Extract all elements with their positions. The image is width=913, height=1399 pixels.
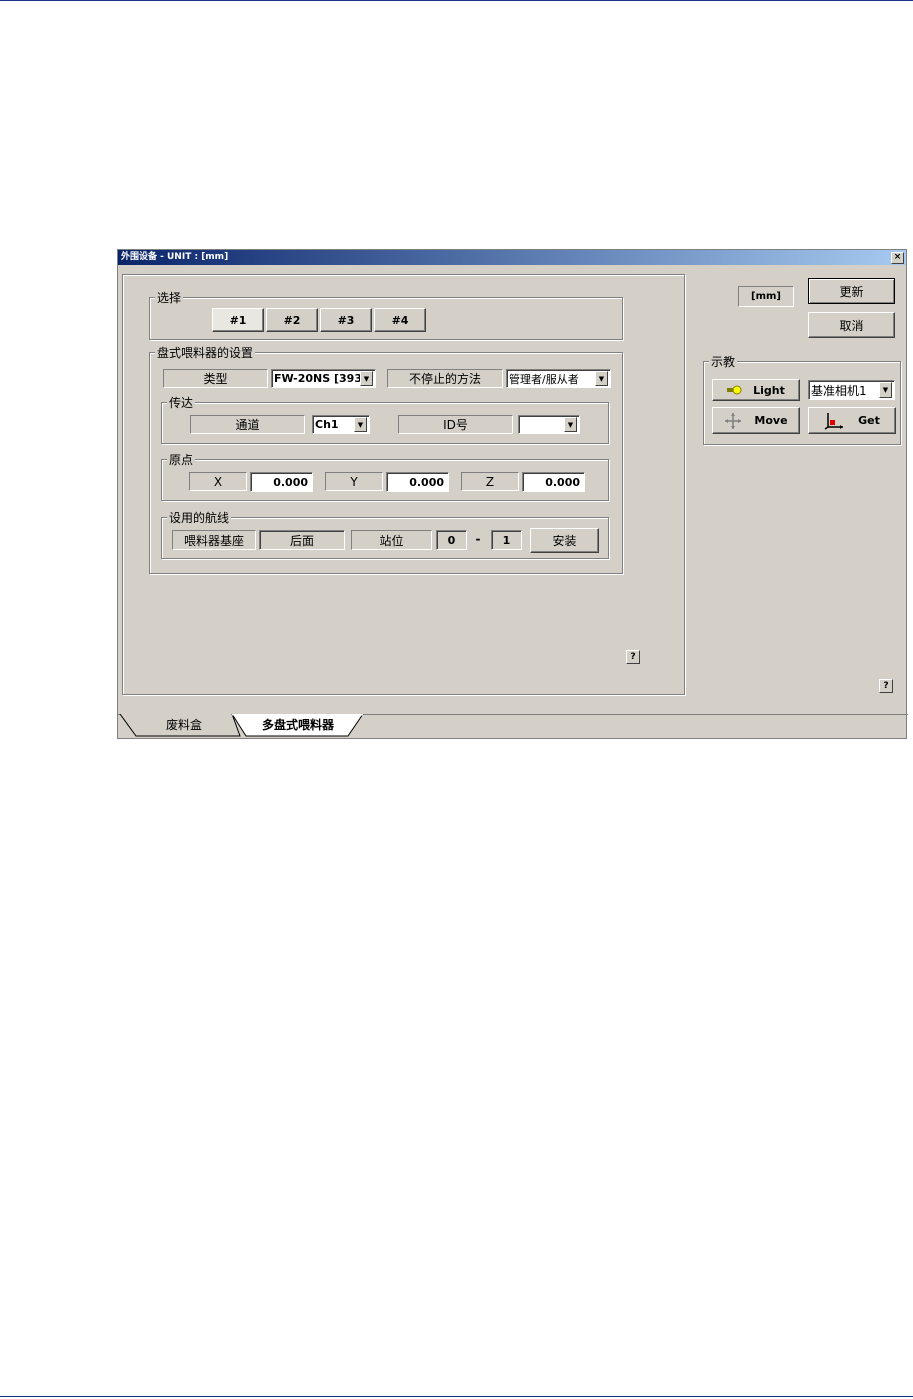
top-rule: [0, 0, 913, 1]
tray-settings-legend: 盘式喂料器的设置: [155, 344, 256, 361]
origin-z-input[interactable]: 0.000: [522, 472, 585, 492]
station-to-value: 1: [491, 530, 522, 550]
tab-multi-tray-feeder[interactable]: 多盘式喂料器: [246, 713, 350, 735]
chevron-down-icon[interactable]: ▼: [354, 417, 367, 432]
help-right-button[interactable]: ?: [879, 679, 893, 693]
update-button[interactable]: 更新: [808, 278, 895, 304]
title-bar: 外围设备 - UNIT : [mm] ×: [118, 250, 906, 265]
origin-legend: 原点: [167, 451, 196, 468]
tab-waste-box[interactable]: 废料盒: [138, 713, 230, 735]
move-cross-icon: [724, 412, 742, 430]
tab-strip: 废料盒 多盘式喂料器: [118, 713, 908, 738]
light-label: Light: [753, 383, 785, 397]
teach-legend: 示教: [709, 353, 738, 370]
select-1-button[interactable]: #1: [212, 308, 264, 332]
feeder-base-value: 后面: [259, 530, 345, 550]
chevron-down-icon[interactable]: ▼: [595, 371, 608, 386]
station-dash: -: [475, 532, 481, 546]
channel-label: 通道: [190, 415, 305, 434]
light-button[interactable]: Light: [712, 379, 800, 401]
nonstop-combo[interactable]: 管理者/服从者 ▼: [506, 369, 611, 388]
feeder-base-label: 喂料器基座: [172, 530, 256, 550]
selection-legend: 选择: [155, 289, 184, 306]
origin-y-label: Y: [325, 472, 383, 491]
chevron-down-icon[interactable]: ▼: [564, 417, 577, 432]
window-title: 外围设备 - UNIT : [mm]: [121, 252, 229, 262]
camera-combo[interactable]: 基准相机1 ▼: [808, 380, 895, 400]
type-combo[interactable]: FW-20NS [3932 ▼: [271, 369, 376, 388]
install-button[interactable]: 安装: [530, 528, 599, 553]
nonstop-value: 管理者/服从者: [509, 372, 579, 386]
origin-x-label: X: [189, 472, 247, 491]
nonstop-label: 不停止的方法: [387, 369, 503, 388]
origin-x-input[interactable]: 0.000: [250, 472, 313, 492]
channel-value: Ch1: [315, 418, 339, 431]
unit-label: [mm]: [738, 286, 794, 307]
close-button[interactable]: ×: [891, 252, 904, 264]
id-combo[interactable]: ▼: [518, 415, 580, 434]
camera-value: 基准相机1: [811, 383, 867, 398]
transfer-legend: 传达: [167, 394, 196, 411]
chevron-down-icon[interactable]: ▼: [360, 371, 373, 386]
help-left-button[interactable]: ?: [626, 650, 640, 664]
id-label: ID号: [398, 415, 513, 434]
station-label: 站位: [351, 530, 432, 550]
get-button[interactable]: Get: [808, 407, 896, 434]
move-button[interactable]: Move: [712, 407, 800, 434]
station-from-value: 0: [436, 530, 467, 550]
origin-y-input[interactable]: 0.000: [386, 472, 449, 492]
origin-z-label: Z: [461, 472, 519, 491]
get-label: Get: [858, 414, 880, 427]
select-3-button[interactable]: #3: [320, 308, 372, 332]
type-label: 类型: [163, 369, 268, 388]
tab-outline: [118, 714, 908, 737]
channel-combo[interactable]: Ch1 ▼: [312, 415, 370, 434]
cancel-button[interactable]: 取消: [808, 312, 895, 338]
bulb-icon: [727, 385, 743, 395]
bottom-rule: [0, 1396, 913, 1397]
type-value: FW-20NS [3932: [274, 372, 360, 385]
select-2-button[interactable]: #2: [266, 308, 318, 332]
move-label: Move: [754, 414, 788, 427]
axis-get-icon: [824, 412, 844, 430]
lane-legend: 设用的航线: [167, 509, 232, 526]
select-4-button[interactable]: #4: [374, 308, 426, 332]
chevron-down-icon[interactable]: ▼: [879, 382, 892, 398]
peripheral-dialog: 外围设备 - UNIT : [mm] × 选择 #1 #2 #3 #4 盘式喂料…: [117, 249, 908, 739]
